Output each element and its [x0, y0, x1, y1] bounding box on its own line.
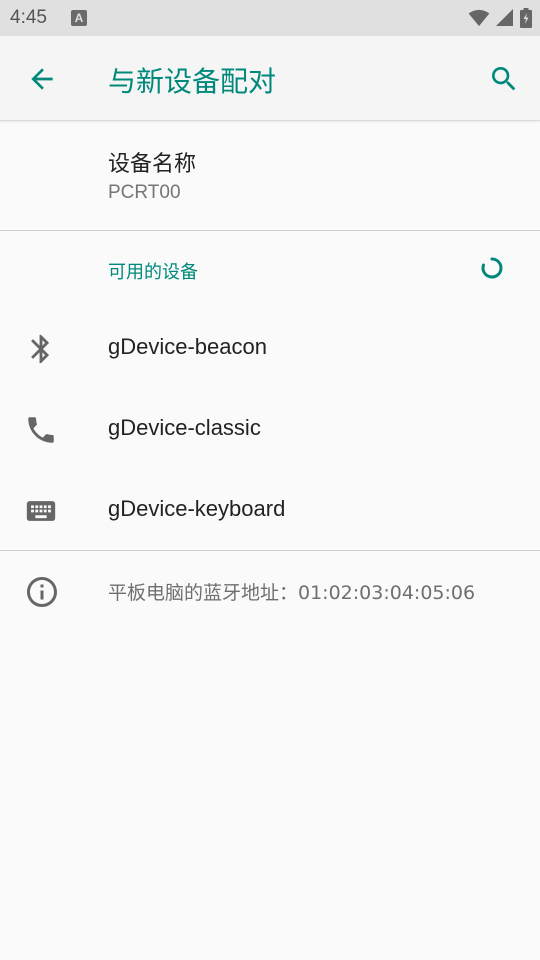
info-icon — [27, 577, 57, 607]
phone-icon — [28, 417, 54, 443]
available-devices-header: 可用的设备 — [108, 262, 198, 283]
bluetooth-address-info: 平板电脑的蓝牙地址：01:02:03:04:05:06 — [0, 552, 540, 632]
device-label: gDevice-keyboard — [108, 496, 286, 521]
device-item-classic[interactable]: gDevice-classic — [0, 389, 540, 470]
loading-spinner-icon — [481, 257, 503, 279]
device-label: gDevice-beacon — [108, 334, 267, 359]
wifi-icon — [468, 9, 490, 27]
divider — [0, 230, 540, 231]
status-bar: 4:45 A — [0, 0, 540, 36]
page-title: 与新设备配对 — [108, 65, 277, 98]
notification-icon: A — [71, 10, 87, 26]
device-name-setting[interactable]: 设备名称 PCRT00 — [0, 122, 540, 230]
bluetooth-address-text: 平板电脑的蓝牙地址：01:02:03:04:05:06 — [108, 582, 476, 604]
keyboard-icon — [26, 501, 56, 521]
app-bar: 与新设备配对 — [0, 36, 540, 121]
search-button[interactable] — [488, 63, 520, 95]
device-item-beacon[interactable]: gDevice-beacon — [0, 308, 540, 389]
device-name-title: 设备名称 — [108, 152, 197, 177]
back-button[interactable] — [26, 63, 58, 95]
status-icons — [468, 8, 532, 28]
device-label: gDevice-classic — [108, 415, 261, 440]
bluetooth-icon — [31, 334, 50, 364]
device-item-keyboard[interactable]: gDevice-keyboard — [0, 470, 540, 551]
status-time: 4:45 — [10, 7, 47, 28]
search-icon — [492, 67, 516, 91]
device-name-value: PCRT00 — [108, 182, 181, 203]
signal-icon — [496, 9, 513, 26]
battery-icon — [520, 8, 532, 28]
divider — [0, 550, 540, 551]
arrow-back-icon — [31, 68, 53, 90]
